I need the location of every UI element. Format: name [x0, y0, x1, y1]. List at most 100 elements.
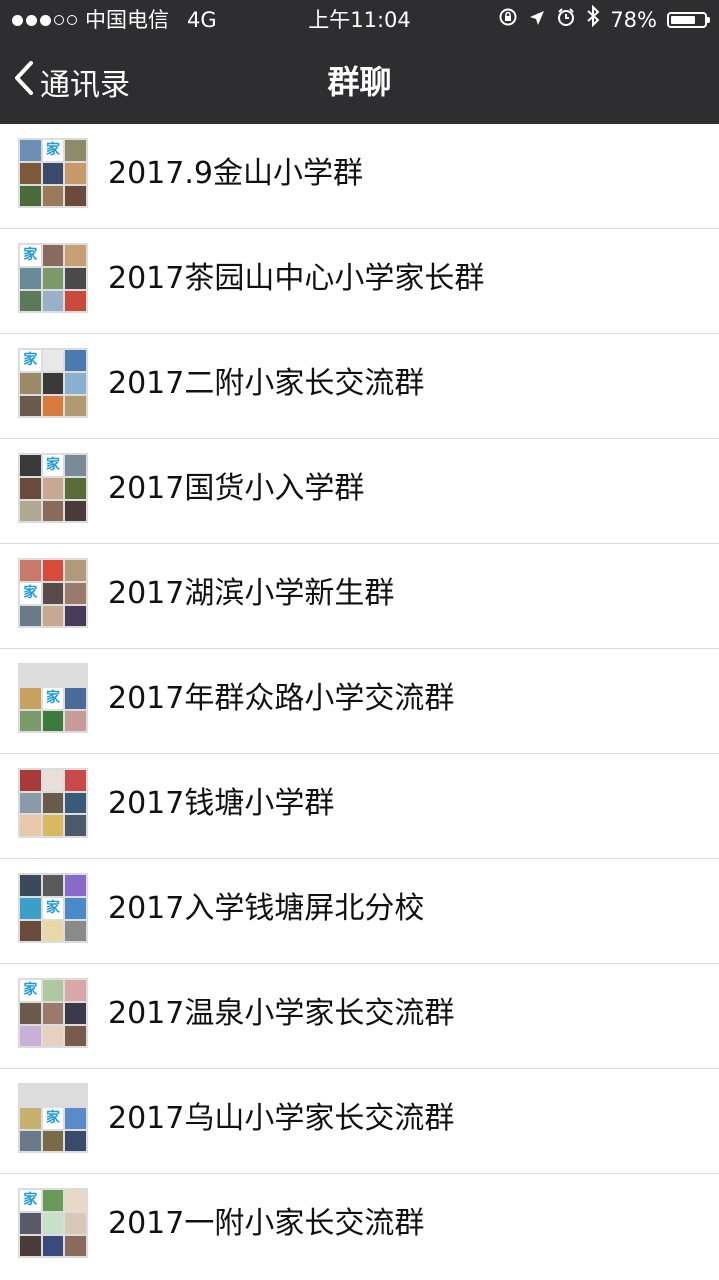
member-photo-tile: [65, 1107, 86, 1129]
group-chat-row[interactable]: 家 2017入学钱塘屏北分校: [0, 859, 719, 964]
member-photo-tile: [20, 1213, 41, 1234]
family-logo-tile: 家: [20, 350, 41, 371]
member-photo-tile: [65, 560, 86, 581]
member-photo-tile: [42, 1130, 64, 1151]
member-photo-tile: [42, 1213, 64, 1234]
member-photo-tile: [42, 792, 64, 814]
member-photo-tile: [42, 710, 64, 731]
member-photo-tile: [65, 455, 86, 476]
member-photo-tile: [65, 395, 86, 416]
member-photo-tile: [65, 897, 86, 919]
group-name: 2017湖滨小学新生群: [108, 576, 395, 611]
member-photo-tile: [20, 560, 41, 581]
avatar-empty-tile: [43, 1085, 64, 1106]
member-photo-tile: [42, 1235, 64, 1256]
group-name: 2017.9金山小学群: [108, 156, 363, 191]
member-photo-tile: [42, 290, 64, 311]
group-avatar: 家: [18, 453, 88, 523]
member-photo-tile: [65, 290, 86, 311]
member-photo-tile: [42, 163, 64, 184]
member-photo-tile: [42, 582, 64, 604]
battery-percent: 78%: [610, 8, 657, 32]
group-avatar: [18, 768, 88, 838]
member-photo-tile: [20, 455, 41, 476]
group-avatar: 家: [18, 138, 88, 208]
member-photo-tile: [20, 395, 41, 416]
family-logo-tile: 家: [20, 1190, 41, 1211]
group-avatar: 家: [18, 978, 88, 1048]
page-title: 群聊: [327, 63, 392, 101]
location-arrow-icon: [528, 0, 546, 40]
member-photo-tile: [42, 1025, 64, 1046]
battery-level-fill: [671, 16, 696, 24]
group-avatar: 家: [18, 348, 88, 418]
member-photo-tile: [20, 268, 41, 289]
member-photo-tile: [42, 980, 64, 1001]
member-photo-tile: [65, 1213, 86, 1234]
group-chat-row[interactable]: 2017钱塘小学群: [0, 754, 719, 859]
member-photo-tile: [42, 350, 64, 371]
group-name: 2017钱塘小学群: [108, 786, 335, 821]
group-avatar: 家: [18, 1083, 88, 1153]
member-photo-tile: [65, 605, 86, 626]
member-photo-tile: [42, 478, 64, 499]
member-photo-tile: [42, 373, 64, 394]
group-chat-row[interactable]: 家 2017国货小入学群: [0, 439, 719, 544]
avatar-empty-tile: [20, 665, 41, 686]
member-photo-tile: [20, 1025, 41, 1046]
orientation-lock-icon: [498, 0, 518, 40]
avatar-empty-tile: [65, 1085, 86, 1106]
group-name: 2017温泉小学家长交流群: [108, 996, 455, 1031]
member-photo-tile: [42, 500, 64, 521]
member-photo-tile: [42, 268, 64, 289]
group-chat-row[interactable]: 家 2017乌山小学家长交流群: [0, 1069, 719, 1174]
group-name: 2017茶园山中心小学家长群: [108, 261, 485, 296]
member-photo-tile: [42, 1190, 64, 1211]
member-photo-tile: [65, 770, 86, 791]
group-chat-row[interactable]: 家 2017二附小家长交流群: [0, 334, 719, 439]
member-photo-tile: [65, 687, 86, 709]
group-name: 2017年群众路小学交流群: [108, 681, 455, 716]
member-photo-tile: [65, 268, 86, 289]
group-avatar: 家: [18, 1188, 88, 1258]
member-photo-tile: [20, 875, 41, 896]
member-photo-tile: [42, 875, 64, 896]
member-photo-tile: [20, 605, 41, 626]
group-chat-list: 家 2017.9金山小学群家 2017茶园山中心小学家长群家 2017二附小家长交流群…: [0, 124, 719, 1279]
battery-icon: [667, 12, 710, 28]
member-photo-tile: [20, 687, 41, 709]
member-photo-tile: [65, 350, 86, 371]
group-chat-row[interactable]: 家 2017年群众路小学交流群: [0, 649, 719, 754]
member-photo-tile: [20, 815, 41, 836]
member-photo-tile: [20, 500, 41, 521]
member-photo-tile: [20, 373, 41, 394]
member-photo-tile: [20, 1003, 41, 1024]
member-photo-tile: [65, 140, 86, 161]
group-avatar: 家: [18, 243, 88, 313]
member-photo-tile: [65, 163, 86, 184]
member-photo-tile: [20, 185, 41, 206]
group-chat-row[interactable]: 家 2017温泉小学家长交流群: [0, 964, 719, 1069]
member-photo-tile: [20, 792, 41, 814]
member-photo-tile: [65, 478, 86, 499]
member-photo-tile: [42, 395, 64, 416]
member-photo-tile: [20, 710, 41, 731]
member-photo-tile: [20, 140, 41, 161]
member-photo-tile: [65, 1235, 86, 1256]
member-photo-tile: [65, 792, 86, 814]
family-logo-tile: 家: [42, 140, 64, 161]
group-chat-row[interactable]: 家 2017茶园山中心小学家长群: [0, 229, 719, 334]
member-photo-tile: [42, 770, 64, 791]
group-chat-row[interactable]: 家 2017一附小家长交流群: [0, 1174, 719, 1279]
family-logo-tile: 家: [42, 687, 64, 709]
member-photo-tile: [42, 920, 64, 941]
group-chat-row[interactable]: 家 2017.9金山小学群: [0, 124, 719, 229]
member-photo-tile: [65, 245, 86, 266]
group-name: 2017国货小入学群: [108, 471, 365, 506]
family-logo-tile: 家: [42, 897, 64, 919]
member-photo-tile: [65, 1190, 86, 1211]
member-photo-tile: [65, 185, 86, 206]
member-photo-tile: [20, 478, 41, 499]
group-chat-row[interactable]: 家 2017湖滨小学新生群: [0, 544, 719, 649]
group-name: 2017入学钱塘屏北分校: [108, 891, 425, 926]
